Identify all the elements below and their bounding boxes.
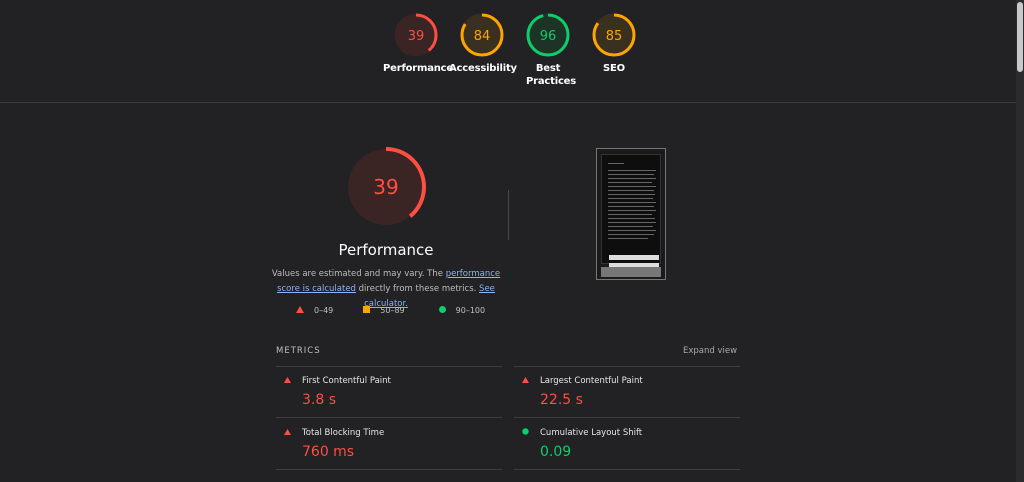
circle-icon bbox=[522, 428, 536, 438]
final-screenshot-thumbnail[interactable] bbox=[596, 148, 666, 280]
gauge-best-practices[interactable]: 96 Best Practices bbox=[515, 12, 581, 88]
thumbnail-footer bbox=[601, 267, 661, 277]
metrics-divider bbox=[276, 417, 502, 418]
metric-lcp-value: 22.5 s bbox=[540, 392, 583, 408]
legend-pass-range: 90–100 bbox=[455, 306, 486, 315]
metric-tbt-name: Total Blocking Time bbox=[302, 428, 385, 438]
triangle-icon bbox=[284, 376, 298, 386]
thumbnail-screen bbox=[601, 154, 661, 268]
legend-fail-range: 0–49 bbox=[314, 306, 334, 315]
metric-fcp-value: 3.8 s bbox=[302, 392, 337, 408]
gauge-seo-ring: 85 bbox=[592, 13, 636, 57]
legend-average-range: 50–89 bbox=[380, 306, 405, 315]
metric-fcp: First Contentful Paint 3.8 s bbox=[276, 376, 500, 408]
gauge-best-practices-ring: 96 bbox=[526, 13, 570, 57]
performance-score: 39 bbox=[373, 175, 398, 199]
gauge-seo-label: SEO bbox=[603, 63, 625, 74]
metric-cls: Cumulative Layout Shift 0.09 bbox=[514, 428, 738, 460]
gauge-accessibility-ring: 84 bbox=[460, 13, 504, 57]
triangle-icon bbox=[284, 428, 298, 438]
circle-icon bbox=[438, 306, 446, 315]
metric-lcp-name: Largest Contentful Paint bbox=[540, 376, 643, 386]
metrics-divider bbox=[276, 469, 502, 470]
expand-view-toggle[interactable]: Expand view bbox=[683, 346, 737, 356]
vertical-divider bbox=[508, 190, 509, 240]
triangle-icon bbox=[296, 306, 304, 315]
metric-tbt: Total Blocking Time 760 ms bbox=[276, 428, 500, 460]
thumbnail-button-1 bbox=[609, 255, 659, 260]
performance-gauge-ring: 39 bbox=[346, 147, 426, 227]
triangle-icon bbox=[522, 376, 536, 386]
scrollbar-thumb[interactable] bbox=[1017, 2, 1023, 72]
legend-fail: 0–49 bbox=[296, 306, 333, 315]
gauge-performance-label: Performance bbox=[383, 63, 453, 74]
score-legend: 0–49 50–89 90–100 bbox=[296, 306, 515, 315]
metric-lcp: Largest Contentful Paint 22.5 s bbox=[514, 376, 738, 408]
page-scrollbar[interactable] bbox=[1016, 0, 1024, 482]
metrics-divider bbox=[514, 366, 740, 367]
performance-gauge: 39 bbox=[344, 145, 428, 233]
metrics-divider bbox=[514, 469, 740, 470]
metrics-divider bbox=[514, 417, 740, 418]
gauge-performance[interactable]: 39 Performance bbox=[383, 12, 453, 88]
metric-cls-value: 0.09 bbox=[540, 444, 572, 460]
metric-fcp-name: First Contentful Paint bbox=[302, 376, 391, 386]
desc-text-1: Values are estimated and may vary. The bbox=[271, 269, 446, 279]
gauge-accessibility[interactable]: 84 Accessibility bbox=[449, 12, 517, 88]
square-icon bbox=[363, 306, 371, 315]
gauge-seo[interactable]: 85 SEO bbox=[581, 12, 647, 88]
metrics-heading: METRICS bbox=[276, 346, 321, 356]
gauge-seo-score: 85 bbox=[606, 29, 623, 44]
scores-header: 39 Performance 84 Accessibility 96 Best … bbox=[0, 0, 1016, 103]
gauge-best-practices-label: Best Practices bbox=[526, 63, 577, 87]
gauge-accessibility-label: Accessibility bbox=[449, 63, 517, 74]
metric-tbt-value: 760 ms bbox=[302, 444, 355, 460]
performance-title: Performance bbox=[338, 241, 434, 259]
gauge-performance-score: 39 bbox=[408, 29, 425, 44]
metrics-divider bbox=[276, 366, 502, 367]
gauge-best-practices-score: 96 bbox=[540, 29, 557, 44]
gauge-accessibility-score: 84 bbox=[474, 29, 491, 44]
legend-average: 50–89 bbox=[363, 306, 405, 315]
legend-pass: 90–100 bbox=[438, 306, 486, 315]
category-gauges: 39 Performance 84 Accessibility 96 Best … bbox=[383, 12, 647, 88]
gauge-performance-ring: 39 bbox=[394, 13, 438, 57]
metric-cls-name: Cumulative Layout Shift bbox=[540, 428, 643, 438]
desc-text-2: directly from these metrics. bbox=[355, 284, 480, 294]
